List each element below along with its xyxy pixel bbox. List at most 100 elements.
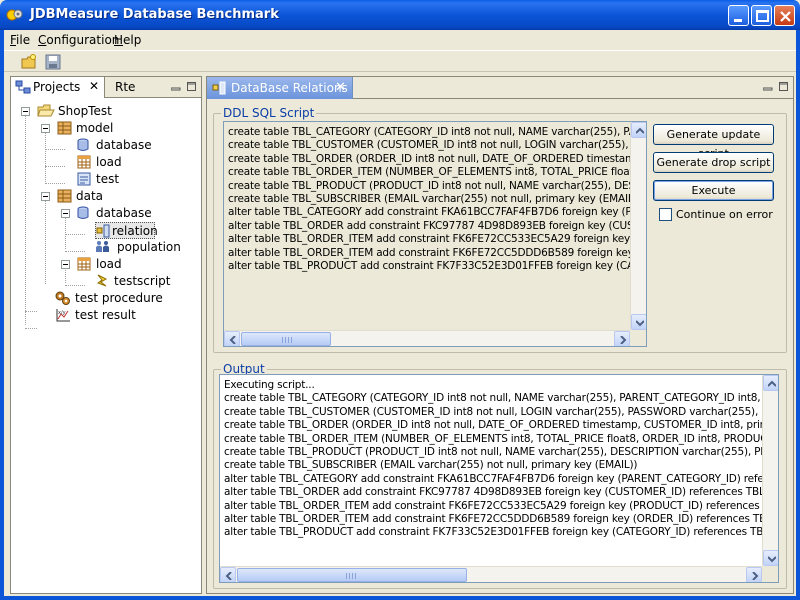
maximize-view-icon[interactable] <box>779 82 789 91</box>
maximize-icon <box>756 10 769 22</box>
tree-node-data[interactable]: data <box>41 188 191 205</box>
ddl-group-label: DDL SQL Script <box>221 106 317 120</box>
ddl-script-line: create table TBL_PRODUCT (PRODUCT_ID int… <box>228 179 643 192</box>
scroll-down-button[interactable] <box>763 550 778 566</box>
scroll-left-button[interactable] <box>224 331 240 346</box>
tree-node-model-load[interactable]: load <box>77 154 187 171</box>
collapse-toggle[interactable] <box>21 107 30 116</box>
scroll-up-button[interactable] <box>631 122 646 138</box>
output-textarea[interactable]: Executing script... create table TBL_CATE… <box>219 374 779 583</box>
menu-file[interactable]: File <box>10 33 30 47</box>
projects-icon <box>15 80 31 94</box>
close-tab-icon[interactable]: ✕ <box>335 80 346 95</box>
test-icon <box>77 172 91 186</box>
output-line: alter table TBL_ORDER_ITEM add constrain… <box>224 513 779 525</box>
ddl-script-line: create table TBL_SUBSCRIBER (EMAIL varch… <box>228 193 642 205</box>
close-tab-icon[interactable]: ✕ <box>89 79 99 93</box>
close-icon <box>780 11 791 22</box>
collapse-toggle[interactable] <box>61 260 70 269</box>
tree-node-test-procedure[interactable]: test procedure <box>55 290 195 307</box>
collapse-toggle[interactable] <box>41 192 50 201</box>
ddl-script-line: alter table TBL_ORDER add constraint FKC… <box>228 219 647 232</box>
continue-on-error-checkbox[interactable] <box>659 208 672 221</box>
ddl-horizontal-scrollbar[interactable] <box>224 330 630 346</box>
tree-node-data-load[interactable]: load <box>61 256 191 273</box>
ddl-script-line: alter table TBL_ORDER_ITEM add constrain… <box>228 233 644 246</box>
minimize-view-icon[interactable] <box>171 82 181 91</box>
ddl-script-textarea[interactable]: create table TBL_CATEGORY (CATEGORY_ID i… <box>223 121 647 347</box>
tree-node-shoptest[interactable]: ShopTest <box>21 103 191 120</box>
svg-text:x/y: x/y <box>58 310 66 316</box>
output-line: alter table TBL_CATEGORY add constraint … <box>224 472 779 485</box>
output-scroll-thumb[interactable] <box>237 568 467 582</box>
output-vertical-scrollbar[interactable] <box>762 375 778 566</box>
database-icon <box>77 138 89 151</box>
collapse-toggle[interactable] <box>41 124 50 133</box>
output-horizontal-scrollbar[interactable] <box>220 566 762 582</box>
chart-result-icon: x/y <box>56 309 70 322</box>
arrow-down-icon <box>768 556 776 563</box>
ddl-script-line: create table TBL_ORDER_ITEM (NUMBER_OF_E… <box>228 166 634 179</box>
scroll-up-button[interactable] <box>763 375 778 391</box>
tree-node-model[interactable]: model <box>41 120 191 137</box>
folder-open-icon <box>37 104 55 117</box>
tree-node-testscript[interactable]: testscript <box>95 273 191 290</box>
tree-node-model-test[interactable]: test <box>77 171 187 188</box>
tree-node-model-database[interactable]: database <box>77 137 187 154</box>
minimize-button[interactable] <box>728 5 749 26</box>
scroll-corner <box>630 330 646 346</box>
ddl-scroll-thumb[interactable] <box>241 332 331 346</box>
title-bar[interactable]: JDBMeasure Database Benchmark <box>0 0 800 30</box>
editor-panel: DataBase Relations ✕ DDL SQL Script crea… <box>206 76 794 594</box>
tab-rte[interactable]: Rte <box>107 77 147 98</box>
execute-button[interactable]: Execute <box>653 180 774 201</box>
table-icon <box>77 257 91 271</box>
maximize-view-icon[interactable] <box>187 82 197 91</box>
menu-help[interactable]: Help <box>114 33 141 47</box>
arrow-right-icon <box>620 336 627 344</box>
continue-on-error-label: Continue on error <box>676 208 773 221</box>
tree-node-population[interactable]: population <box>95 239 191 256</box>
tree-node-relation[interactable]: relation <box>95 222 158 239</box>
ddl-vertical-scrollbar[interactable] <box>630 122 646 330</box>
output-line: create table TBL_PRODUCT (PRODUCT_ID int… <box>224 446 778 458</box>
output-line: alter table TBL_PRODUCT add constraint F… <box>224 526 779 539</box>
tree-node-test-result[interactable]: x/y test result <box>55 307 195 324</box>
tab-database-relations[interactable]: DataBase Relations ✕ <box>207 77 353 99</box>
menu-configuration[interactable]: Configuration <box>38 33 119 47</box>
scroll-corner <box>762 566 778 582</box>
ddl-script-line: create table TBL_ORDER (ORDER_ID int8 no… <box>228 152 642 165</box>
scroll-left-button[interactable] <box>220 567 236 582</box>
output-line: alter table TBL_ORDER_ITEM add constrain… <box>224 499 779 512</box>
data-icon <box>57 189 72 203</box>
tree-node-data-database[interactable]: database <box>61 205 191 222</box>
menu-bar: File Configuration Help <box>4 30 796 50</box>
scroll-right-button[interactable] <box>746 567 762 582</box>
table-icon <box>77 155 91 169</box>
arrow-up-icon <box>636 127 644 134</box>
output-line: create table TBL_SUBSCRIBER (EMAIL varch… <box>224 459 638 472</box>
model-icon <box>57 121 72 135</box>
collapse-toggle[interactable] <box>61 209 70 218</box>
generate-update-script-button[interactable]: Generate update script <box>653 124 774 160</box>
project-tree: ShopTest model database load test data d… <box>11 99 201 593</box>
close-button[interactable] <box>774 5 795 26</box>
minimize-view-icon[interactable] <box>763 82 773 91</box>
output-line: create table TBL_CATEGORY (CATEGORY_ID i… <box>224 392 771 405</box>
app-icon <box>6 9 23 21</box>
panel-tab-bar: Projects ✕ Rte <box>11 77 201 98</box>
editor-tab-bar: DataBase Relations ✕ <box>207 77 793 99</box>
new-project-icon[interactable] <box>20 53 38 71</box>
output-line: create table TBL_ORDER_ITEM (NUMBER_OF_E… <box>224 432 774 445</box>
save-icon[interactable] <box>44 53 62 71</box>
database-icon <box>77 206 89 219</box>
scroll-down-button[interactable] <box>631 314 646 330</box>
scroll-right-button[interactable] <box>614 331 630 346</box>
arrow-right-icon <box>752 572 759 580</box>
window-title: JDBMeasure Database Benchmark <box>30 7 279 22</box>
generate-drop-script-button[interactable]: Generate drop script <box>653 152 774 173</box>
arrow-left-icon <box>229 336 236 344</box>
maximize-button[interactable] <box>751 5 772 26</box>
toolbar <box>4 50 796 72</box>
tab-projects[interactable]: Projects ✕ <box>11 77 105 98</box>
